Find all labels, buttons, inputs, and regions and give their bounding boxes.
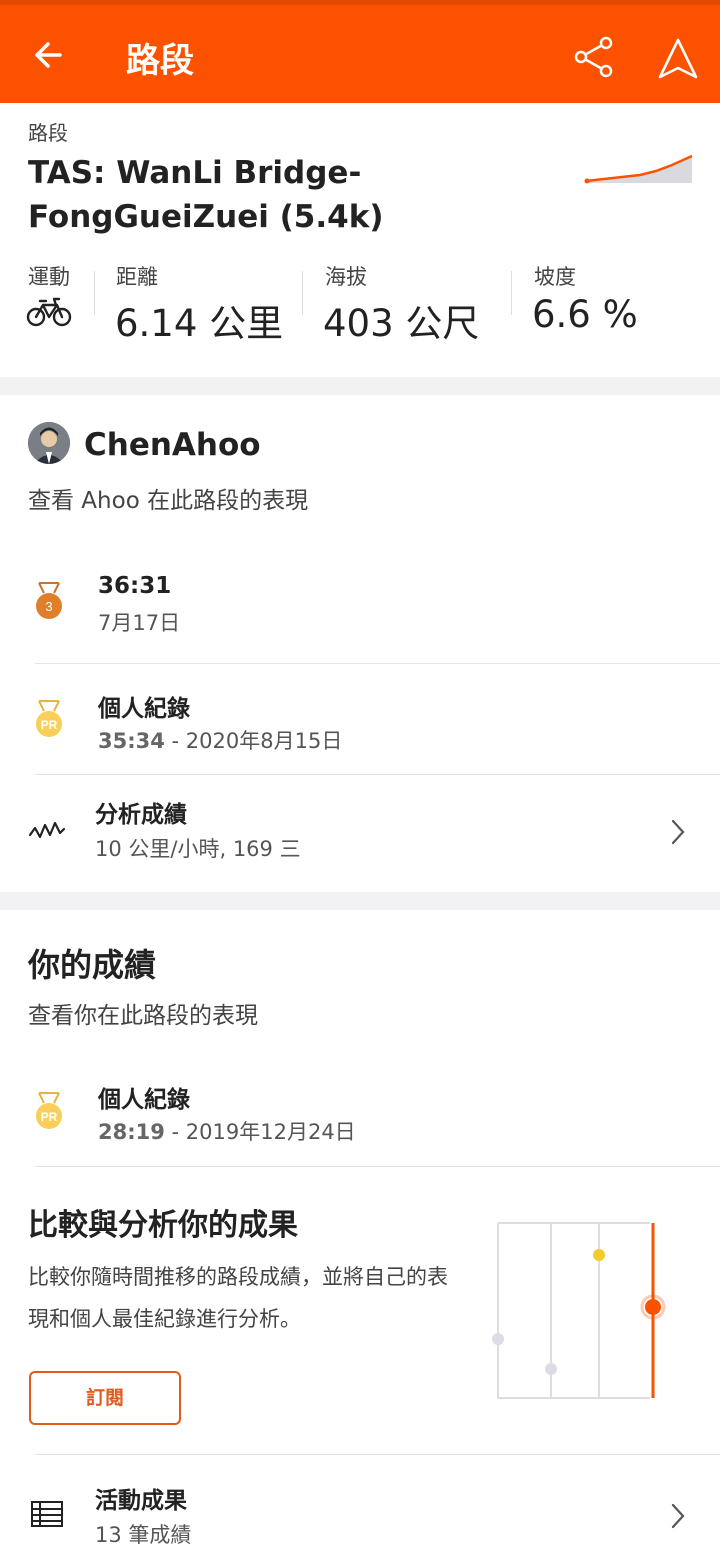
stat-divider bbox=[511, 271, 512, 315]
pr-date: - 2020年8月15日 bbox=[164, 729, 343, 753]
subscribe-button[interactable]: 訂閱 bbox=[29, 1371, 181, 1425]
navigation-arrow-icon[interactable] bbox=[656, 37, 700, 81]
pr-detail: 35:34 - 2020年8月15日 bbox=[98, 725, 342, 755]
row-divider bbox=[35, 1166, 720, 1167]
stat-divider bbox=[302, 271, 303, 315]
page-title: 路段 bbox=[126, 41, 194, 81]
pr-title: 個人紀錄 bbox=[98, 696, 190, 722]
distance-value: 6.14 公里 bbox=[115, 302, 284, 345]
athlete-subtitle: 查看 Ahoo 在此路段的表現 bbox=[28, 488, 309, 514]
grade-value: 6.6 % bbox=[532, 293, 638, 336]
top-app-bar: 路段 bbox=[0, 0, 720, 103]
bike-icon bbox=[26, 297, 72, 327]
share-icon[interactable] bbox=[572, 35, 616, 79]
pr-badge-text: PR bbox=[41, 718, 58, 732]
comparison-illustration bbox=[492, 1222, 666, 1399]
pr-medal-icon: PR bbox=[36, 1092, 62, 1129]
chevron-right-icon bbox=[671, 1503, 685, 1529]
arrow-left-icon[interactable] bbox=[30, 35, 70, 75]
effort-date: 7月17日 bbox=[98, 611, 181, 635]
effort-time: 36:31 bbox=[98, 573, 172, 599]
segment-label: 路段 bbox=[28, 121, 68, 145]
activity-results-title: 活動成果 bbox=[95, 1488, 187, 1514]
your-pr-date: - 2019年12月24日 bbox=[164, 1120, 356, 1144]
your-results-subtitle: 查看你在此路段的表現 bbox=[28, 1003, 258, 1029]
pr-badge-text: PR bbox=[41, 1110, 58, 1124]
stat-divider bbox=[94, 271, 95, 315]
your-results-title: 你的成績 bbox=[28, 946, 157, 984]
analysis-detail: 10 公里/小時, 169 三 bbox=[95, 837, 301, 861]
promo-text: 比較你隨時間推移的路段成績，並將自己的表現和個人最佳紀錄進行分析。 bbox=[28, 1265, 448, 1331]
pr-medal-icon: PR bbox=[36, 700, 62, 737]
segment-name: TAS: WanLi Bridge-FongGueiZuei (5.4k) bbox=[28, 155, 384, 235]
activity-results-detail: 13 筆成績 bbox=[95, 1523, 192, 1547]
chevron-right-icon bbox=[671, 819, 685, 845]
distance-label: 距離 bbox=[116, 265, 158, 289]
your-pr-detail: 28:19 - 2019年12月24日 bbox=[98, 1116, 356, 1146]
segment-summary-card: 路段 TAS: WanLi Bridge-FongGueiZuei (5.4k)… bbox=[0, 103, 720, 377]
grade-label: 坡度 bbox=[534, 265, 576, 289]
rank-number: 3 bbox=[45, 599, 52, 614]
your-pr-time: 28:19 bbox=[98, 1120, 165, 1144]
sport-label: 運動 bbox=[28, 265, 70, 289]
athlete-performance-card: ChenAhoo 查看 Ahoo 在此路段的表現 3 36:31 7月17日 P… bbox=[0, 395, 720, 892]
elevation-profile bbox=[584, 154, 693, 184]
your-pr-title: 個人紀錄 bbox=[98, 1087, 190, 1113]
your-results-card: 你的成績 查看你在此路段的表現 PR 個人紀錄 28:19 - 2019年12月… bbox=[0, 910, 720, 1558]
avatar[interactable] bbox=[28, 422, 70, 464]
elevation-value: 403 公尺 bbox=[323, 302, 480, 345]
pulse-wave-icon bbox=[28, 821, 66, 839]
activity-results-row[interactable]: 活動成果 13 筆成績 bbox=[0, 1455, 720, 1558]
analysis-title: 分析成績 bbox=[95, 802, 187, 828]
athlete-name[interactable]: ChenAhoo bbox=[84, 427, 261, 463]
elevation-label: 海拔 bbox=[325, 265, 367, 289]
table-list-icon bbox=[31, 1501, 63, 1527]
bronze-medal-icon: 3 bbox=[36, 582, 62, 619]
analysis-row[interactable]: 分析成績 10 公里/小時, 169 三 bbox=[0, 775, 720, 892]
pr-time: 35:34 bbox=[98, 729, 165, 753]
promo-title: 比較與分析你的成果 bbox=[28, 1208, 298, 1243]
row-divider bbox=[35, 663, 720, 664]
